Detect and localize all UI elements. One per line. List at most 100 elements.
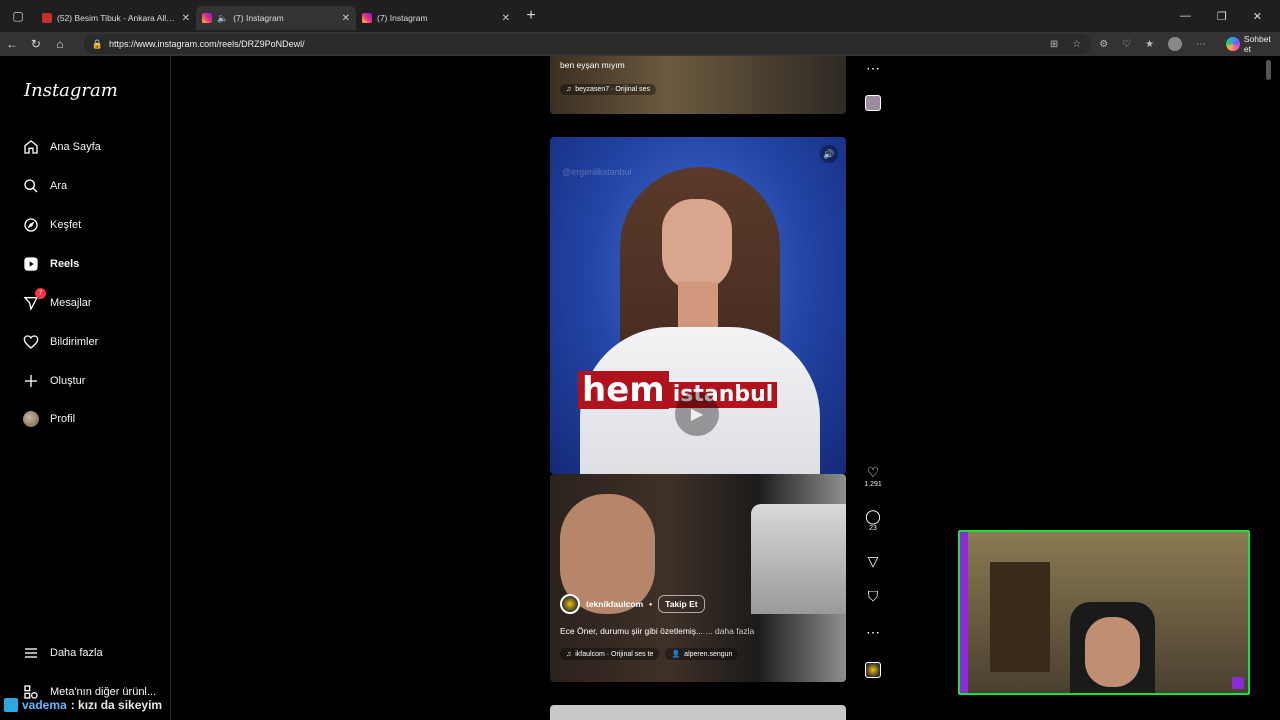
copilot-button[interactable]: Sohbet et xyxy=(1226,34,1280,54)
url-text: https://www.instagram.com/reels/DRZ9PoND… xyxy=(109,39,305,49)
sidebar-item-label: Ara xyxy=(50,180,68,192)
sidebar-item-label: Keşfet xyxy=(50,219,82,231)
sidebar-item-label: Mesajlar xyxy=(50,297,92,309)
chat-text: : kızı da sikeyim xyxy=(70,698,163,712)
follow-button[interactable]: Takip Et xyxy=(658,595,705,613)
music-note-icon: ♫ xyxy=(566,86,572,93)
avatar[interactable] xyxy=(560,594,580,614)
sidebar: Instagram Ana Sayfa Ara Keşfet Reels 7 M… xyxy=(8,56,171,720)
reel-caption: Ece Öner, durumu şiir gibi özetlemiş... … xyxy=(560,626,840,636)
close-icon[interactable]: ✕ xyxy=(342,13,350,24)
copilot-label: Sohbet et xyxy=(1243,34,1271,54)
instagram-logo[interactable]: Instagram xyxy=(24,80,118,101)
sidebar-item-label: Oluştur xyxy=(50,375,86,387)
reel-video[interactable]: teknikfaulcom • Takip Et Ece Öner, durum… xyxy=(550,474,846,682)
sidebar-item-label: Reels xyxy=(50,258,80,270)
reel-video[interactable]: ben eyşan mıyım ♫ beyzasen7 · Orijinal s… xyxy=(550,56,846,114)
reels-icon xyxy=(22,255,40,273)
comment-button[interactable]: ◯ 23 xyxy=(860,508,886,532)
tagged-user[interactable]: 👤 alperen.sengun xyxy=(665,648,739,660)
tab-title: (52) Besim Tibuk - Ankara Allahın xyxy=(57,13,177,23)
close-icon[interactable]: ✕ xyxy=(502,13,510,24)
copilot-icon xyxy=(1226,37,1240,51)
sidebar-item-profile[interactable]: Profil xyxy=(22,410,75,428)
sound-icon[interactable]: 🔊 xyxy=(820,145,838,163)
account-name[interactable]: teknikfaulcom xyxy=(586,599,643,609)
reel-caption: ben eyşan mıyım xyxy=(560,60,625,70)
more-options-icon[interactable]: ⋯ xyxy=(860,624,886,641)
more-link[interactable]: ... daha fazla xyxy=(706,626,755,636)
new-tab-button[interactable]: + xyxy=(520,7,542,25)
sidebar-item-label: Profil xyxy=(50,413,76,425)
menu-icon xyxy=(22,644,40,662)
reel-video[interactable] xyxy=(550,705,846,720)
profile-avatar[interactable] xyxy=(1168,37,1182,51)
reel-info: teknikfaulcom • Takip Et Ece Öner, durum… xyxy=(560,594,840,660)
close-window-icon[interactable]: ✕ xyxy=(1253,10,1262,23)
audio-link[interactable]: ♫ beyzasen7 · Orijinal ses xyxy=(560,84,656,95)
extensions-icon[interactable]: ⚙ xyxy=(1099,39,1108,50)
save-button[interactable]: ⛉ xyxy=(860,588,886,605)
tab-actions-icon[interactable]: ▢ xyxy=(0,0,36,32)
play-icon[interactable]: ▶ xyxy=(675,392,719,436)
youtube-icon xyxy=(42,13,52,23)
sidebar-item-reels[interactable]: Reels xyxy=(22,255,79,273)
sidebar-item-messages[interactable]: 7 Mesajlar xyxy=(22,288,92,312)
sidebar-item-search[interactable]: Ara xyxy=(22,177,67,195)
compass-icon xyxy=(22,216,40,234)
minimize-icon[interactable]: — xyxy=(1180,10,1191,23)
tab-title: (7) Instagram xyxy=(233,13,284,23)
browser-tab[interactable]: (52) Besim Tibuk - Ankara Allahın ✕ xyxy=(36,6,196,30)
browser-essentials-icon[interactable]: ♡ xyxy=(1122,39,1131,50)
stream-badge-icon xyxy=(1232,677,1244,689)
audio-thumbnail[interactable] xyxy=(865,95,881,111)
restore-icon[interactable]: ❐ xyxy=(1217,10,1227,23)
app-available-icon[interactable]: ⊞ xyxy=(1050,39,1058,50)
reel-video-active[interactable]: @ergenlikstanbul hem istanbul ▶ 🔊 xyxy=(550,137,846,474)
close-icon[interactable]: ✕ xyxy=(182,13,190,24)
home-icon[interactable]: ⌂ xyxy=(48,37,72,51)
scrollbar[interactable] xyxy=(1264,56,1272,720)
speaker-icon[interactable]: 🔈 xyxy=(217,13,228,24)
like-count: 1.291 xyxy=(864,481,882,488)
audio-thumbnail[interactable] xyxy=(865,662,881,678)
lock-icon: 🔒 xyxy=(91,38,104,49)
sidebar-item-home[interactable]: Ana Sayfa xyxy=(22,138,101,156)
audio-label: beyzasen7 · Orijinal ses xyxy=(575,86,650,93)
back-icon[interactable]: ← xyxy=(0,37,24,51)
browser-tab-bar: ▢ (52) Besim Tibuk - Ankara Allahın ✕ 🔈 … xyxy=(0,0,1280,32)
sidebar-item-explore[interactable]: Keşfet xyxy=(22,216,81,234)
comment-count: 23 xyxy=(869,525,877,532)
audio-link[interactable]: ♫ ikfaulcom · Orijinal ses te xyxy=(560,648,660,660)
caption-text: Ece Öner, durumu şiir gibi özetlemiş... xyxy=(560,626,706,636)
favorite-star-icon[interactable]: ☆ xyxy=(1072,39,1081,50)
sidebar-item-label: Ana Sayfa xyxy=(50,141,101,153)
like-button[interactable]: ♡ 1.291 xyxy=(860,464,886,488)
sidebar-item-create[interactable]: Oluştur xyxy=(22,372,85,390)
address-bar-row: ← ↻ ⌂ 🔒 https://www.instagram.com/reels/… xyxy=(0,32,1280,56)
heart-icon xyxy=(22,333,40,351)
instagram-icon xyxy=(362,13,372,23)
sidebar-item-label: Meta'nın diğer ürünl... xyxy=(50,686,157,698)
comment-icon: ◯ xyxy=(865,508,881,524)
more-menu-icon[interactable]: ⋯ xyxy=(1196,39,1206,50)
more-options-icon[interactable]: ⋯ xyxy=(860,60,886,77)
favorites-icon[interactable]: ★ xyxy=(1145,39,1154,50)
tab-title: (7) Instagram xyxy=(377,13,428,23)
sidebar-item-notifications[interactable]: Bildirimler xyxy=(22,333,98,351)
tagged-username: alperen.sengun xyxy=(684,650,733,658)
url-field[interactable]: 🔒 https://www.instagram.com/reels/DRZ9Po… xyxy=(83,34,1092,54)
overlay-word: hem xyxy=(578,371,669,409)
share-icon: ▽ xyxy=(867,553,879,569)
browser-tab-active[interactable]: 🔈 (7) Instagram ✕ xyxy=(196,6,356,30)
messages-icon: 7 xyxy=(22,288,46,312)
sidebar-item-more[interactable]: Daha fazla xyxy=(22,644,103,662)
user-icon: 👤 xyxy=(671,651,681,658)
video-watermark: @ergenlikstanbul xyxy=(562,167,632,177)
stream-chat-message: vadema : kızı da sikeyim xyxy=(4,698,162,712)
instagram-icon xyxy=(202,13,212,23)
share-button[interactable]: ▽ xyxy=(860,553,886,570)
refresh-icon[interactable]: ↻ xyxy=(24,37,48,51)
messages-badge: 7 xyxy=(35,288,46,299)
browser-tab[interactable]: (7) Instagram ✕ xyxy=(356,6,516,30)
